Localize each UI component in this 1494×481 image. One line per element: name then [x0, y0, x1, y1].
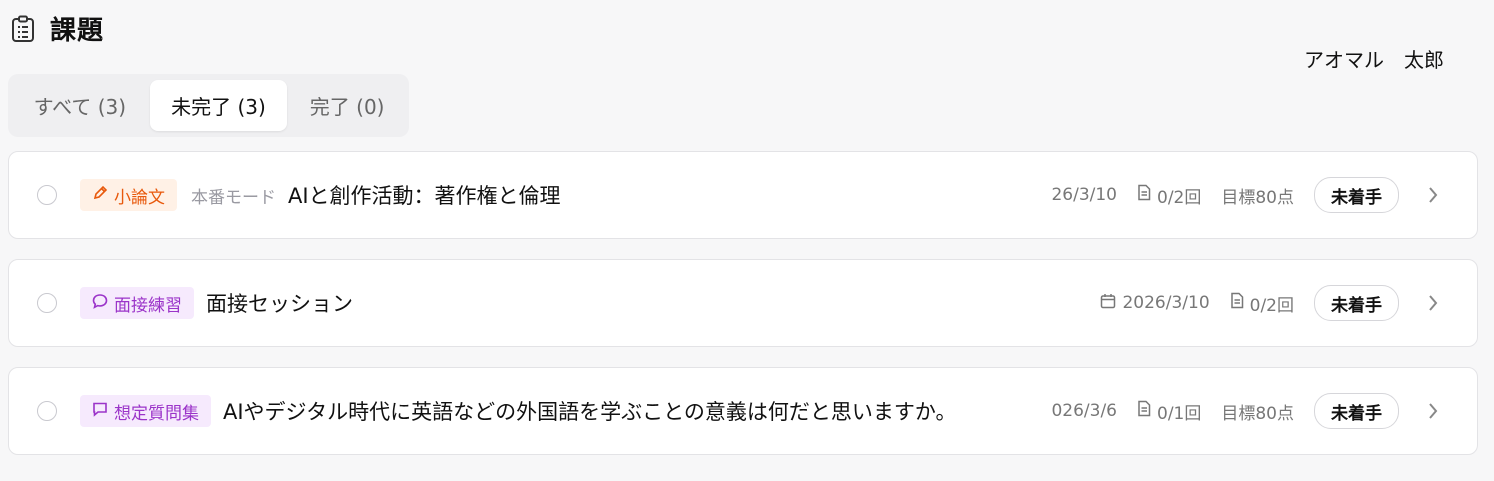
task-info: 小論文 本番モード AIと創作活動：著作権と倫理	[80, 179, 561, 211]
complete-checkbox[interactable]	[37, 293, 57, 313]
document-icon	[1137, 400, 1151, 422]
calendar-icon	[1100, 293, 1116, 314]
chevron-right-icon[interactable]	[1425, 292, 1441, 314]
category-label: 想定質問集	[114, 403, 199, 424]
task-info: 想定質問集 AIやデジタル時代に英語などの外国語を学ぶことの意義は何だと思います…	[80, 395, 957, 427]
complete-checkbox[interactable]	[37, 401, 57, 421]
speech-bubble-icon	[92, 293, 108, 314]
attempts: 0/1回	[1137, 399, 1201, 424]
due-date: 2026/3/10	[1100, 293, 1210, 314]
task-list: 小論文 本番モード AIと創作活動：著作権と倫理 26/3/10 0/2回 目標…	[8, 151, 1478, 475]
document-icon	[1230, 292, 1244, 314]
category-badge: 面接練習	[80, 287, 194, 319]
pen-icon	[92, 185, 108, 206]
page-title: 課題	[50, 16, 105, 46]
task-title: AIやデジタル時代に英語などの外国語を学ぶことの意義は何だと思いますか。	[223, 400, 957, 424]
tab-complete[interactable]: 完了 (0)	[291, 80, 403, 131]
clipboard-icon	[10, 14, 36, 44]
page-header: 課題	[10, 10, 104, 47]
task-meta: 2026/3/10 0/2回 未着手	[1092, 285, 1441, 321]
tab-incomplete[interactable]: 未完了 (3)	[149, 80, 288, 131]
task-title: AIと創作活動：著作権と倫理	[288, 184, 561, 208]
mode-label: 本番モード	[191, 187, 276, 208]
status-badge[interactable]: 未着手	[1314, 285, 1399, 321]
user-name[interactable]: アオマル 太郎	[1304, 44, 1444, 73]
task-row[interactable]: 面接練習 面接セッション 2026/3/10 0/2回 未着手	[8, 259, 1478, 347]
chevron-right-icon[interactable]	[1425, 400, 1441, 422]
target-score: 目標80点	[1221, 403, 1294, 424]
due-date: 026/3/6	[1051, 401, 1117, 421]
task-info: 面接練習 面接セッション	[80, 287, 353, 319]
target-score: 目標80点	[1221, 187, 1294, 208]
chevron-right-icon[interactable]	[1425, 184, 1441, 206]
status-badge[interactable]: 未着手	[1314, 393, 1399, 429]
document-icon	[1137, 184, 1151, 206]
attempts: 0/2回	[1230, 291, 1294, 316]
complete-checkbox[interactable]	[37, 185, 57, 205]
due-date: 26/3/10	[1051, 185, 1117, 205]
category-label: 面接練習	[114, 295, 182, 316]
task-meta: 026/3/6 0/1回 目標80点 未着手	[1043, 393, 1441, 429]
task-row[interactable]: 想定質問集 AIやデジタル時代に英語などの外国語を学ぶことの意義は何だと思います…	[8, 367, 1478, 455]
chat-icon	[92, 401, 108, 422]
attempts: 0/2回	[1137, 183, 1201, 208]
category-label: 小論文	[114, 187, 165, 208]
filter-tabs: すべて (3) 未完了 (3) 完了 (0)	[8, 74, 409, 137]
task-row[interactable]: 小論文 本番モード AIと創作活動：著作権と倫理 26/3/10 0/2回 目標…	[8, 151, 1478, 239]
tab-all[interactable]: すべて (3)	[14, 80, 146, 131]
status-badge[interactable]: 未着手	[1314, 177, 1399, 213]
category-badge: 想定質問集	[80, 395, 211, 427]
task-title: 面接セッション	[206, 292, 353, 316]
task-meta: 26/3/10 0/2回 目標80点 未着手	[1043, 177, 1441, 213]
category-badge: 小論文	[80, 179, 177, 211]
